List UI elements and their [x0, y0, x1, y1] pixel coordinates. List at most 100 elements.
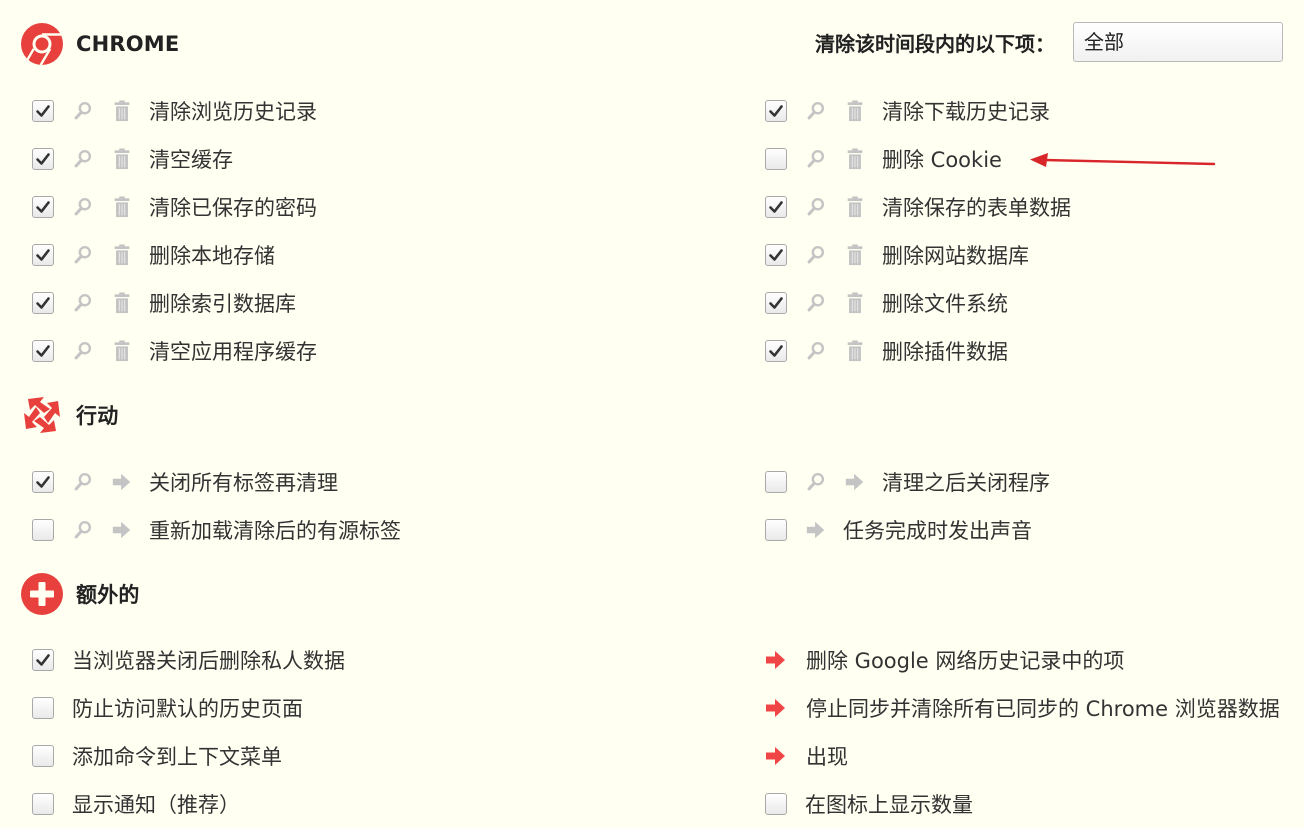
arrow-right-icon[interactable]: [110, 470, 134, 494]
recycle-arrows-icon: [24, 397, 60, 433]
checkbox[interactable]: [32, 244, 54, 266]
option-show-badge-count[interactable]: 在图标上显示数量: [753, 787, 973, 821]
link-label[interactable]: 出现: [806, 741, 848, 771]
time-range-control: 清除该时间段内的以下项： 全部: [815, 22, 1283, 62]
magnifier-icon[interactable]: [71, 291, 95, 315]
option-clear-saved-passwords[interactable]: 清除已保存的密码: [20, 190, 317, 224]
option-delete-cookies[interactable]: 删除 Cookie: [753, 142, 1002, 176]
checkbox[interactable]: [32, 148, 54, 170]
checkbox[interactable]: [32, 793, 54, 815]
magnifier-icon[interactable]: [804, 470, 828, 494]
magnifier-icon[interactable]: [804, 99, 828, 123]
option-close-tabs-before-clean[interactable]: 关闭所有标签再清理: [20, 465, 338, 499]
magnifier-icon[interactable]: [71, 147, 95, 171]
checkmark-icon: [768, 103, 784, 119]
trash-icon[interactable]: [110, 339, 134, 363]
arrow-right-icon: [764, 744, 788, 768]
arrow-right-icon[interactable]: [843, 470, 867, 494]
checkbox[interactable]: [765, 292, 787, 314]
magnifier-icon[interactable]: [71, 99, 95, 123]
checkbox[interactable]: [765, 148, 787, 170]
option-label: 删除插件数据: [882, 340, 1008, 364]
option-label: 清除已保存的密码: [149, 196, 317, 220]
plus-circle-icon: [21, 573, 63, 615]
trash-icon[interactable]: [110, 195, 134, 219]
option-clear-on-browser-close[interactable]: 当浏览器关闭后删除私人数据: [20, 643, 345, 677]
magnifier-icon[interactable]: [71, 470, 95, 494]
option-clear-form-data[interactable]: 清除保存的表单数据: [753, 190, 1071, 224]
arrow-right-icon[interactable]: [110, 518, 134, 542]
checkbox[interactable]: [32, 471, 54, 493]
time-range-select[interactable]: 全部: [1073, 22, 1283, 62]
option-sound-on-complete[interactable]: 任务完成时发出声音: [753, 513, 1032, 547]
checkmark-icon: [35, 247, 51, 263]
checkbox[interactable]: [32, 340, 54, 362]
checkbox[interactable]: [765, 100, 787, 122]
trash-icon[interactable]: [843, 339, 867, 363]
link-label[interactable]: 停止同步并清除所有已同步的 Chrome 浏览器数据: [806, 693, 1280, 723]
trash-icon[interactable]: [843, 147, 867, 171]
checkbox[interactable]: [32, 745, 54, 767]
option-delete-file-systems[interactable]: 删除文件系统: [753, 286, 1008, 320]
option-delete-local-storage[interactable]: 删除本地存储: [20, 238, 275, 272]
magnifier-icon[interactable]: [71, 195, 95, 219]
checkbox[interactable]: [32, 100, 54, 122]
option-clear-appcache[interactable]: 清空应用程序缓存: [20, 334, 317, 368]
trash-icon[interactable]: [843, 291, 867, 315]
checkbox[interactable]: [765, 471, 787, 493]
checkbox[interactable]: [765, 244, 787, 266]
trash-icon[interactable]: [110, 99, 134, 123]
magnifier-icon[interactable]: [804, 339, 828, 363]
checkbox[interactable]: [32, 196, 54, 218]
link-appearance[interactable]: 出现: [764, 739, 848, 773]
option-delete-indexed-db[interactable]: 删除索引数据库: [20, 286, 296, 320]
checkmark-icon: [768, 295, 784, 311]
option-clear-browsing-history[interactable]: 清除浏览历史记录: [20, 94, 317, 128]
checkbox[interactable]: [765, 793, 787, 815]
magnifier-icon[interactable]: [804, 147, 828, 171]
trash-icon[interactable]: [110, 147, 134, 171]
checkbox[interactable]: [765, 519, 787, 541]
trash-icon[interactable]: [110, 291, 134, 315]
checkbox[interactable]: [32, 519, 54, 541]
option-label: 添加命令到上下文菜单: [72, 745, 282, 769]
magnifier-icon[interactable]: [804, 291, 828, 315]
option-delete-web-sql[interactable]: 删除网站数据库: [753, 238, 1029, 272]
link-label[interactable]: 删除 Google 网络历史记录中的项: [806, 645, 1124, 675]
trash-icon[interactable]: [843, 99, 867, 123]
option-show-notifications[interactable]: 显示通知（推荐）: [20, 787, 240, 821]
extra-section-header: 额外的: [20, 570, 140, 618]
option-label: 在图标上显示数量: [805, 793, 973, 817]
checkmark-icon: [768, 247, 784, 263]
link-stop-sync[interactable]: 停止同步并清除所有已同步的 Chrome 浏览器数据: [764, 691, 1280, 725]
magnifier-icon[interactable]: [71, 339, 95, 363]
checkmark-icon: [35, 103, 51, 119]
option-label: 清除浏览历史记录: [149, 100, 317, 124]
chrome-logo-icon: [21, 23, 63, 66]
option-clear-cache[interactable]: 清空缓存: [20, 142, 233, 176]
arrow-right-icon: [764, 648, 788, 672]
trash-icon[interactable]: [843, 195, 867, 219]
magnifier-icon[interactable]: [71, 243, 95, 267]
trash-icon[interactable]: [843, 243, 867, 267]
option-reload-active-tabs[interactable]: 重新加载清除后的有源标签: [20, 513, 401, 547]
arrow-right-icon: [764, 696, 788, 720]
magnifier-icon[interactable]: [71, 518, 95, 542]
magnifier-icon[interactable]: [804, 195, 828, 219]
option-close-after-clean[interactable]: 清理之后关闭程序: [753, 465, 1050, 499]
checkbox[interactable]: [32, 292, 54, 314]
checkbox[interactable]: [765, 196, 787, 218]
option-add-context-menu[interactable]: 添加命令到上下文菜单: [20, 739, 282, 773]
option-label: 删除 Cookie: [882, 148, 1002, 172]
checkbox[interactable]: [32, 697, 54, 719]
option-block-history-page[interactable]: 防止访问默认的历史页面: [20, 691, 303, 725]
arrow-right-icon[interactable]: [804, 518, 828, 542]
checkbox[interactable]: [765, 340, 787, 362]
option-delete-plugin-data[interactable]: 删除插件数据: [753, 334, 1008, 368]
option-label: 清空缓存: [149, 148, 233, 172]
trash-icon[interactable]: [110, 243, 134, 267]
checkbox[interactable]: [32, 649, 54, 671]
link-delete-google-history[interactable]: 删除 Google 网络历史记录中的项: [764, 643, 1124, 677]
magnifier-icon[interactable]: [804, 243, 828, 267]
option-clear-download-history[interactable]: 清除下载历史记录: [753, 94, 1050, 128]
